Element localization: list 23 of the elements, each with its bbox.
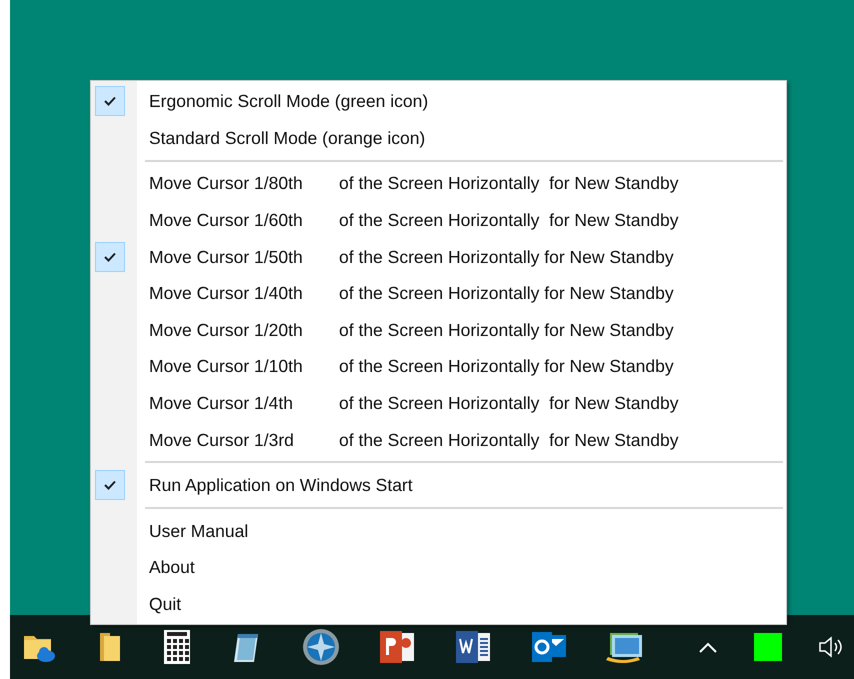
checkmark-icon [104, 252, 116, 262]
powerpoint-icon[interactable] [378, 629, 416, 665]
calculator-icon[interactable] [162, 629, 192, 665]
checkmark-icon [104, 480, 116, 490]
menu-item[interactable]: Move Cursor 1/20th of the Screen Horizontally for New Standby [91, 312, 786, 348]
caret-up-icon[interactable] [698, 641, 718, 653]
menu-item[interactable]: User Manual [91, 512, 786, 550]
menu-item[interactable]: Move Cursor 1/80th of the Screen Horizontally for New Standby [91, 165, 786, 202]
menu-item[interactable]: Move Cursor 1/60th of the Screen Horizontally for New Standby [91, 202, 786, 238]
menu-item[interactable]: Quit [91, 586, 786, 622]
menu-item[interactable]: Ergonomic Scroll Mode (green icon) [91, 83, 786, 120]
menu-item[interactable]: Move Cursor 1/3rd of the Screen Horizontally for New Standby [91, 421, 786, 458]
menu-item[interactable]: Run Application on Windows Start [91, 466, 786, 504]
menu-item[interactable]: Move Cursor 1/10th of the Screen Horizontally for New Standby [91, 348, 786, 385]
outlook-icon[interactable] [530, 629, 568, 665]
menu-item[interactable]: Standard Scroll Mode (orange icon) [91, 120, 786, 156]
menu-item[interactable]: Move Cursor 1/50th of the Screen Horizontally for New Standby [91, 238, 786, 275]
menu-item[interactable]: Move Cursor 1/4th of the Screen Horizontally for New Standby [91, 384, 786, 422]
menu-item[interactable]: Move Cursor 1/40th of the Screen Horizontally for New Standby [91, 274, 786, 312]
checkmark-icon [104, 96, 116, 106]
menu-item[interactable]: About [91, 549, 786, 586]
round-badge-icon[interactable] [302, 628, 340, 666]
word-icon[interactable] [454, 629, 492, 665]
